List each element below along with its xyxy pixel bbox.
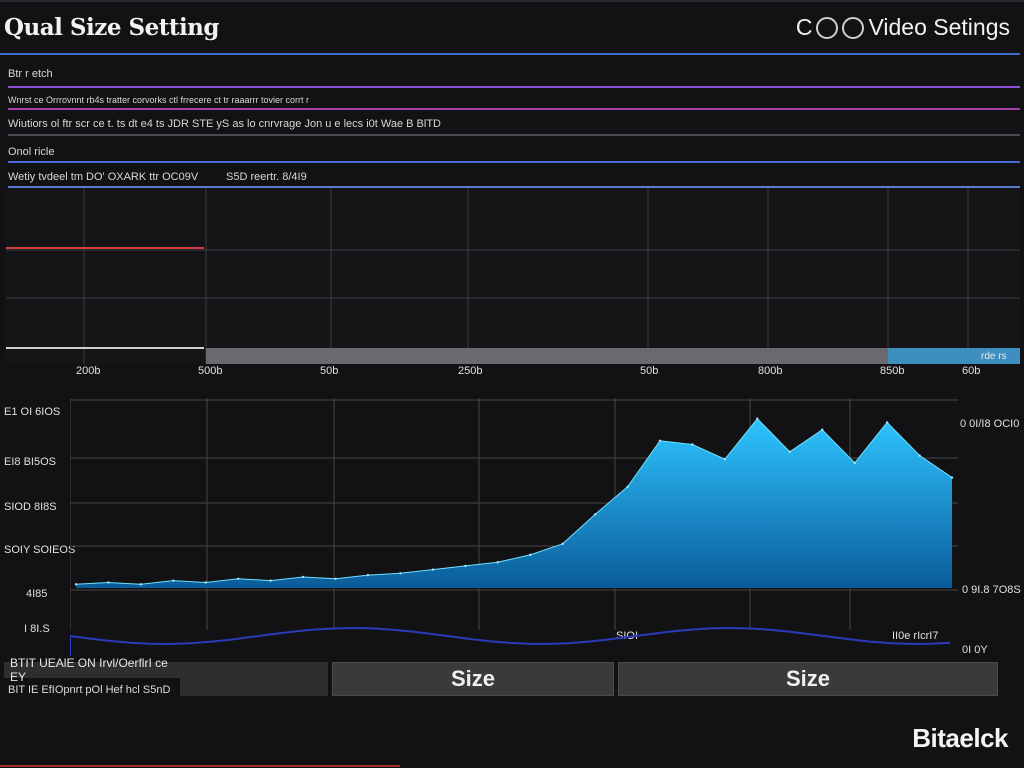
top-x-tick: 250b [458,365,483,377]
y-tick-label: E1 OI 6IOS [4,406,61,418]
setting-row-2[interactable]: Wnrst ce Orrrovnnt rb4s tratter corvorks… [8,95,309,105]
area-data-point [853,461,856,465]
right-value-label: 0 0I/I8 OCI0 [960,418,1020,430]
page-title: Qual Size Setting [4,14,220,41]
area-data-point [885,421,889,424]
area-data-point [431,568,435,571]
size-button-2[interactable]: Size [618,662,998,696]
area-data-point [529,553,532,557]
row-divider-3 [8,134,1020,136]
right-value-label: 0 9I.8 7O8S [962,584,1021,596]
top-x-tick: 850b [880,365,905,377]
setting-row-3[interactable]: Wiutiors ol ftr scr ce t. ts dt e4 ts JD… [8,118,441,130]
area-data-point [788,450,791,454]
bottom-accent-line [0,765,400,767]
record-ring-icon [842,16,865,39]
top-x-ticks: 200b 500b 50b 250b 50b 800b 850b 60b [0,365,1024,381]
header-right-title: C Video Setings [796,14,1010,41]
footer-info-line-1: BTIT UEAlE ON Irvl/OerflrI ce EY [4,656,188,684]
area-data-point [950,476,954,479]
y-tick-label: EI8 BI5OS [4,456,56,468]
row-divider-2 [8,108,1020,110]
area-data-point [464,564,467,568]
y-tick-label: I 8I.S [24,623,50,635]
row-divider-1 [8,86,1020,88]
top-x-tick: 60b [962,365,981,377]
top-x-tick: 500b [198,365,223,377]
size-button-1[interactable]: Size [332,662,614,696]
area-data-point [691,443,694,446]
area-data-point [626,485,629,488]
area-data-point [918,454,921,457]
area-data-point [74,583,78,586]
area-data-point [107,581,110,584]
area-data-point [366,573,370,577]
area-data-point [172,579,175,582]
area-data-point [269,579,272,582]
top-band-label: rde rs [981,351,1007,362]
area-data-point [593,513,597,516]
top-grid-chart: rde rs [6,188,1020,364]
setting-row-5[interactable]: Wetiy tvdeel tm DO' OXARK ttr OC09V [8,171,198,183]
area-data-point [723,458,727,461]
area-data-point [237,577,240,580]
header-prefix: C [795,14,813,40]
size-button-1-label: Size [450,666,496,691]
y-tick-label: SOIY SOIEOS [4,544,76,556]
window-top-border [0,0,1024,2]
area-data-point [561,542,564,546]
footer-info-panel [180,662,328,696]
top-x-tick: 50b [320,365,339,377]
footer-info-line-2: BIT IE EfIOpnrt pOl Hef hcl S5nD [8,684,171,696]
top-grid-svg: rde rs [6,188,1020,364]
top-grid-lines [6,188,1020,364]
area-data-point [658,439,662,442]
area-data-point [399,572,402,575]
setting-row-1[interactable]: Btr r etch [8,68,53,80]
area-data-point [301,575,305,579]
area-data-point [204,581,207,584]
area-data-point [334,577,337,580]
area-data-point [139,583,143,586]
right-small-label: 0I 0Y [962,644,988,656]
area-data-point [756,417,759,420]
bandwidth-area-chart [69,398,958,656]
row-divider-4 [8,161,1020,163]
bandwidth-area-svg [69,398,958,656]
brand-logo: Bitaelck [912,723,1008,753]
top-x-tick: 50b [640,365,659,377]
size-button-2-label: Size [785,666,831,691]
footer-info-text-1: BTIT UEAlE ON Irvl/OerflrI ce EY [10,656,168,684]
top-x-tick: 200b [76,365,101,377]
setting-row-4[interactable]: Onol ricle [8,146,54,158]
y-tick-label: SIOD 8I8S [4,501,57,513]
camera-ring-icon [816,16,839,39]
top-progress-band [206,348,888,364]
area-data-point [821,428,824,431]
top-x-tick: 800b [758,365,783,377]
baseline-wave-line [69,626,951,656]
setting-row-5-value: S5D reertr. 8/4I9 [226,171,307,183]
header-right-label: Video Setings [868,14,1010,40]
header-divider [0,53,1020,55]
area-data-point [496,561,499,564]
y-tick-label: 4I85 [26,588,48,600]
